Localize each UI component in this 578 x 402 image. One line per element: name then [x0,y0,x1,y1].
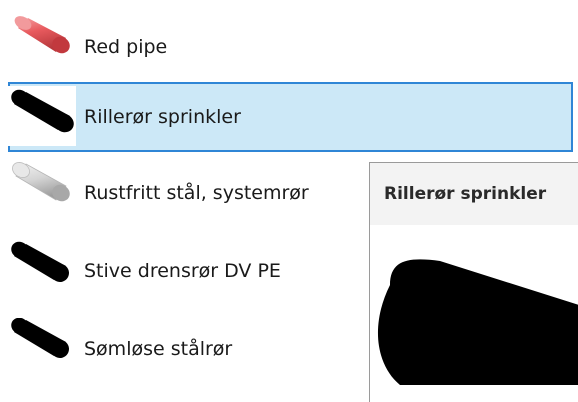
red-pipe-icon [8,16,76,76]
list-item-rillerør-sprinkler[interactable]: Rillerør sprinkler [8,82,573,152]
list-item-label: Sømløse stålrør [84,338,233,360]
preview-title: Rillerør sprinkler [384,184,547,204]
list-item-label: Rustfritt stål, systemrør [84,182,309,204]
list-item-label: Stive drensrør DV PE [84,260,281,282]
black-pipe-icon [8,318,76,378]
list-item-label: Red pipe [84,36,168,58]
list-item-label: Rillerør sprinkler [84,106,241,128]
black-pipe-icon [8,86,76,146]
list-item-red-pipe[interactable]: Red pipe [8,12,573,82]
black-pipe-preview-image [370,225,578,385]
preview-tooltip: Rillerør sprinkler [369,162,578,402]
preview-header: Rillerør sprinkler [370,163,578,225]
steel-pipe-icon [8,162,76,222]
black-pipe-icon [8,240,76,300]
